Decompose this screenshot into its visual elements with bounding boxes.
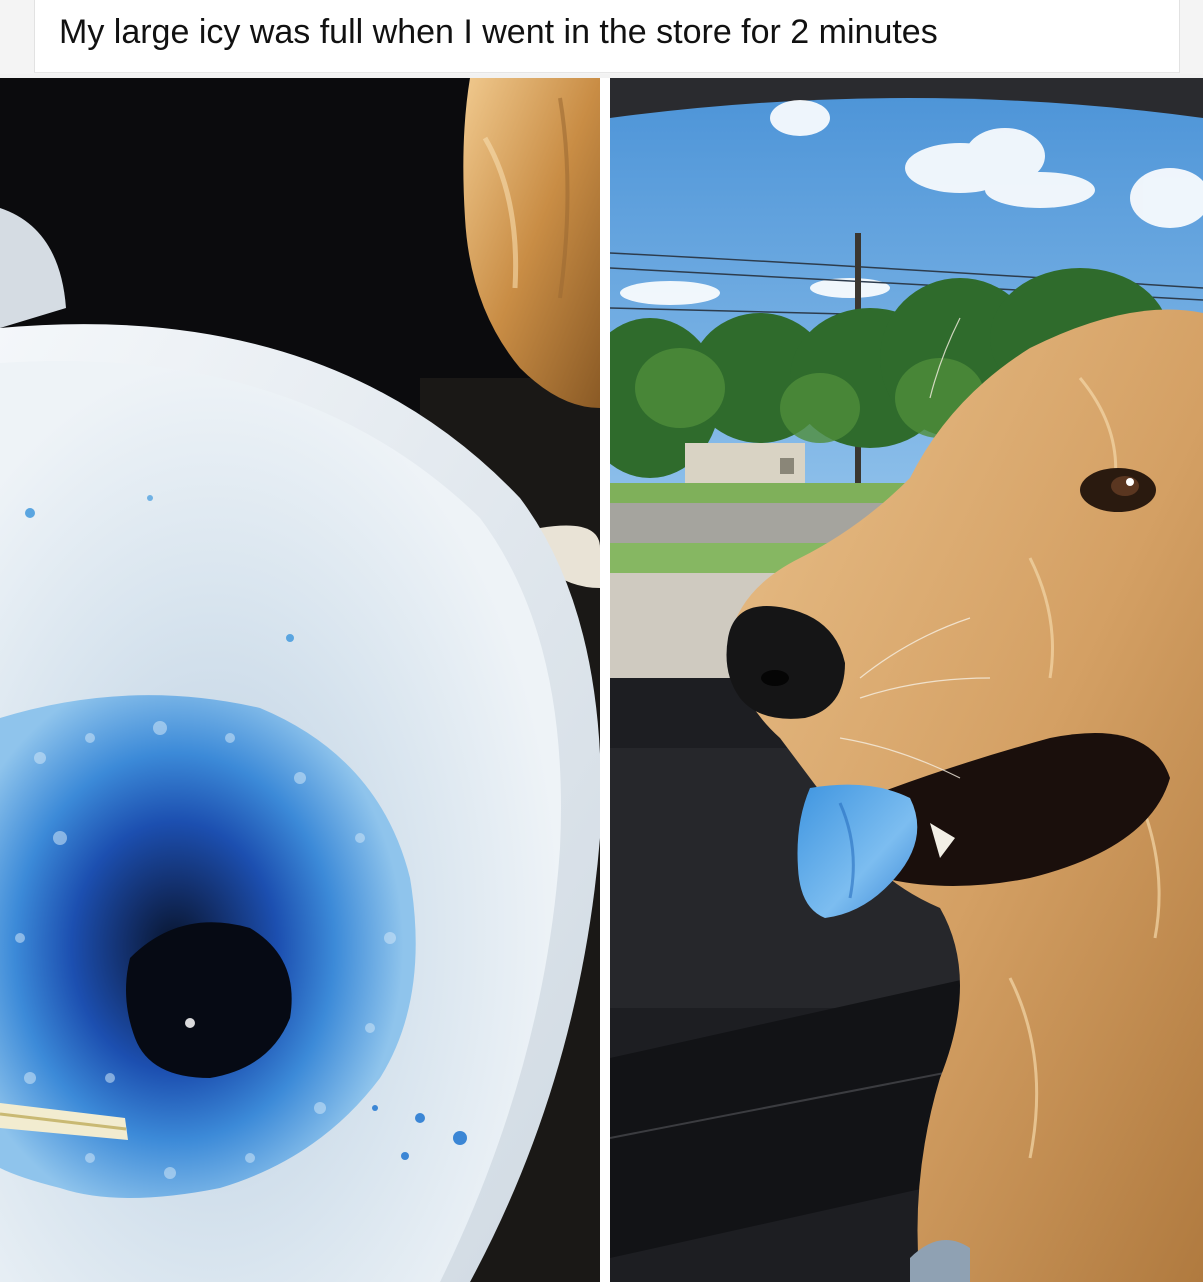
caption-box: My large icy was full when I went in the… — [34, 0, 1180, 73]
dog-photo-illustration — [610, 78, 1203, 1282]
photo-empty-icy-cup — [0, 78, 600, 1282]
post-caption: My large icy was full when I went in the… — [59, 13, 938, 51]
photo-divider — [600, 78, 610, 1282]
caption-bar: My large icy was full when I went in the… — [0, 0, 1203, 74]
meme-post: My large icy was full when I went in the… — [0, 0, 1203, 1282]
photo-dog-blue-tongue — [610, 78, 1203, 1282]
cup-photo-illustration — [0, 78, 600, 1282]
